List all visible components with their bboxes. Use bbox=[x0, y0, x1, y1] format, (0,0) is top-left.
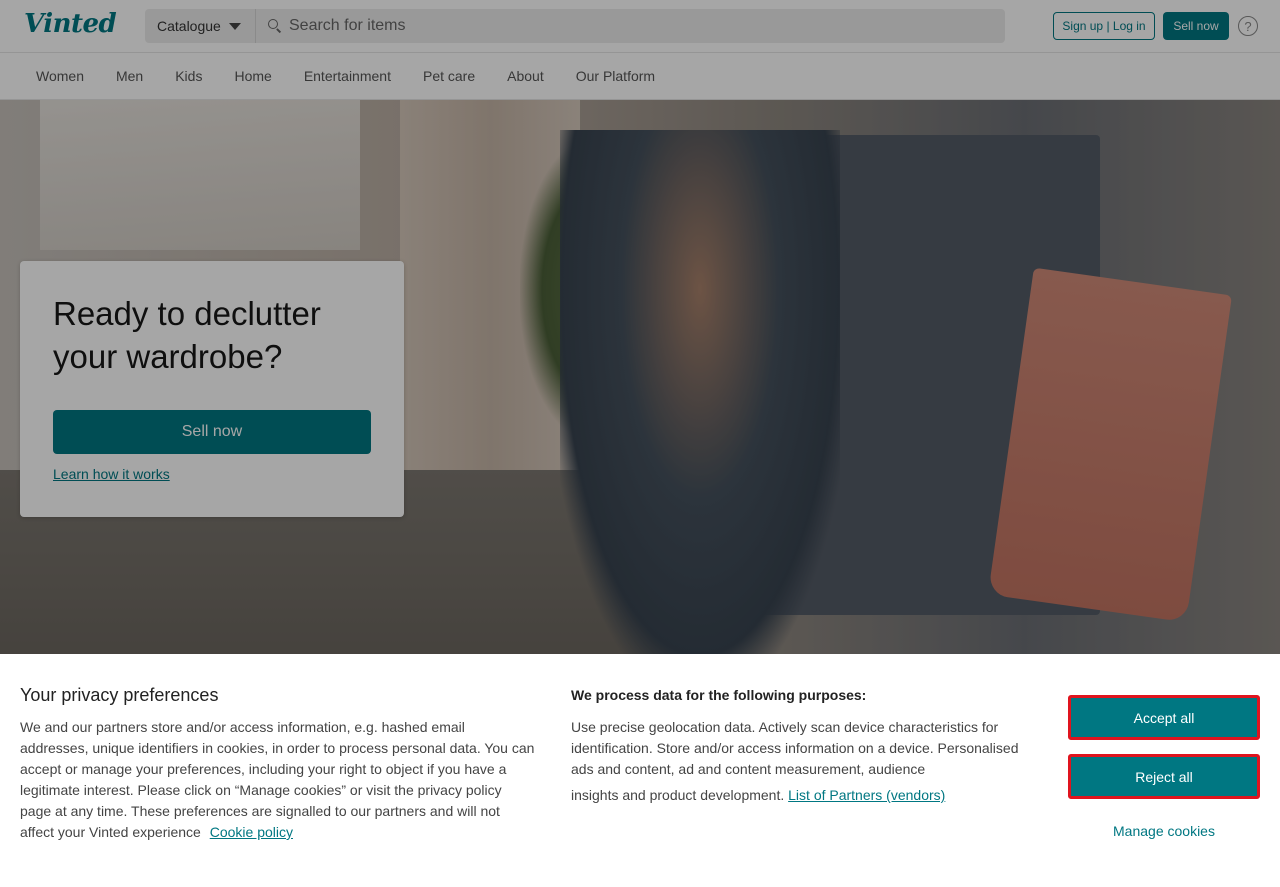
purposes-title: We process data for the following purpos… bbox=[571, 687, 867, 703]
cookie-banner: Your privacy preferences We and our part… bbox=[0, 654, 1280, 887]
accept-all-button[interactable]: Accept all bbox=[1068, 695, 1260, 740]
modal-backdrop bbox=[0, 0, 1280, 654]
purposes-text: Use precise geolocation data. Actively s… bbox=[571, 717, 1036, 806]
manage-cookies-button[interactable]: Manage cookies bbox=[1068, 820, 1260, 842]
purposes-body: Use precise geolocation data. Actively s… bbox=[571, 719, 1019, 777]
privacy-text: We and our partners store and/or access … bbox=[20, 717, 535, 843]
reject-all-button[interactable]: Reject all bbox=[1068, 754, 1260, 799]
purposes-last-text: insights and product development. bbox=[571, 787, 785, 803]
list-of-partners-link[interactable]: List of Partners (vendors) bbox=[788, 787, 945, 803]
privacy-body: We and our partners store and/or access … bbox=[20, 719, 535, 840]
cookie-policy-link[interactable]: Cookie policy bbox=[210, 824, 293, 840]
privacy-title: Your privacy preferences bbox=[20, 685, 219, 705]
purposes-last-line: insights and product development. List o… bbox=[571, 785, 1036, 806]
